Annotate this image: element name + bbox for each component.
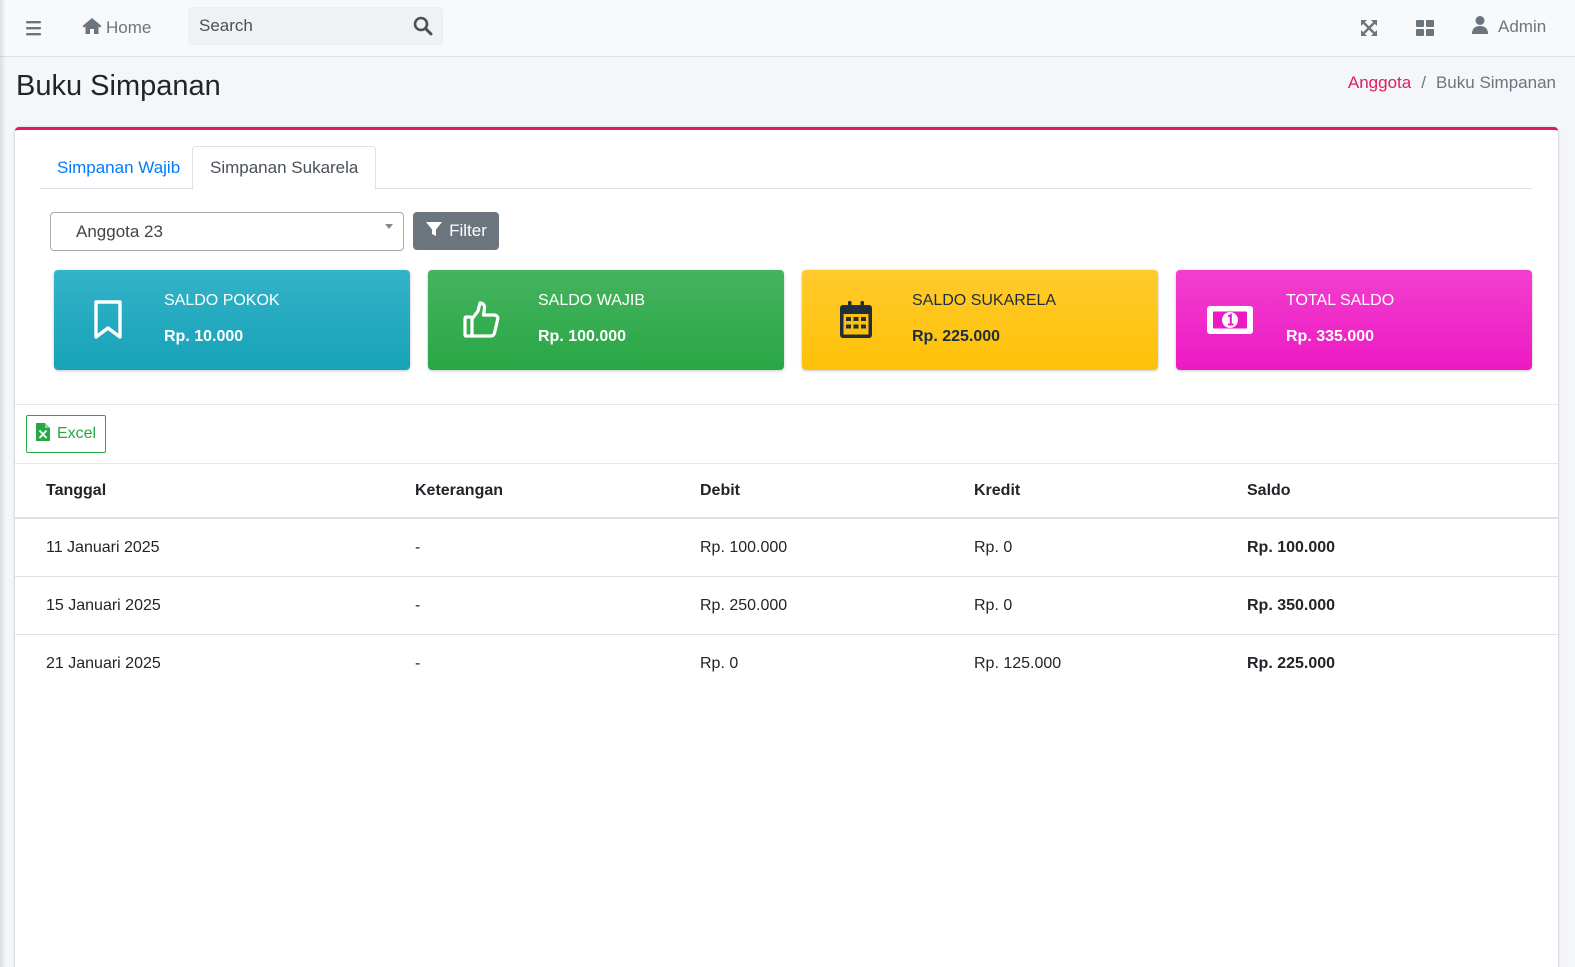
- filter-icon: [425, 220, 443, 243]
- home-link[interactable]: Home: [81, 14, 151, 42]
- member-select[interactable]: Anggota 23: [50, 212, 404, 251]
- user-icon: [1471, 15, 1489, 40]
- cell-keterangan: -: [415, 655, 421, 672]
- breadcrumb-separator: /: [1421, 73, 1426, 92]
- user-name: Admin: [1498, 17, 1547, 36]
- chevron-down-icon: [385, 224, 393, 229]
- money-bill-icon: [1200, 296, 1260, 344]
- savings-tabs: Simpanan Wajib Simpanan Sukarela: [40, 146, 1532, 190]
- member-select-value: Anggota 23: [76, 222, 163, 241]
- cell-keterangan: -: [415, 596, 421, 614]
- cell-tanggal: 21 Januari 2025: [46, 655, 161, 672]
- section-divider: [15, 404, 1558, 405]
- navbar-search: [188, 7, 443, 45]
- cell-kredit: Rp. 0: [974, 596, 1013, 614]
- table-row: 21 Januari 2025 - Rp. 0 Rp. 125.000 Rp. …: [15, 635, 1558, 693]
- cell-keterangan: -: [415, 538, 421, 556]
- cell-debit: Rp. 0: [700, 655, 739, 672]
- thumbs-up-icon: [452, 296, 512, 344]
- top-navbar: Home Search Admin: [0, 0, 1575, 57]
- sidebar-edge-shadow: [0, 0, 6, 967]
- breadcrumb: Anggota / Buku Simpanan: [1348, 73, 1556, 93]
- info-box-label: SALDO SUKARELA: [912, 292, 1057, 309]
- info-box-value: Rp. 225.000: [912, 328, 1001, 345]
- savings-card: Simpanan Wajib Simpanan Sukarela Anggota…: [15, 127, 1558, 967]
- cell-kredit: Rp. 0: [974, 538, 1013, 556]
- fullscreen-icon[interactable]: [1357, 16, 1381, 40]
- transactions-table: Tanggal Keterangan Debit Kredit Saldo 11…: [15, 464, 1558, 693]
- cell-saldo: Rp. 350.000: [1247, 596, 1336, 614]
- breadcrumb-anggota-link[interactable]: Anggota: [1348, 73, 1411, 93]
- info-box-total-saldo: TOTAL SALDO Rp. 335.000: [1176, 270, 1532, 370]
- tab-simpanan-wajib[interactable]: Simpanan Wajib: [40, 146, 197, 190]
- info-box-saldo-sukarela: SALDO SUKARELA Rp. 225.000: [802, 270, 1158, 370]
- info-box-label: TOTAL SALDO: [1286, 292, 1395, 309]
- home-label: Home: [106, 18, 152, 37]
- filter-label: Filter: [449, 221, 487, 240]
- file-excel-icon: [35, 422, 50, 446]
- info-box-saldo-wajib: SALDO WAJIB Rp. 100.000: [428, 270, 784, 370]
- table-row: 15 Januari 2025 - Rp. 250.000 Rp. 0 Rp. …: [15, 577, 1558, 635]
- search-input[interactable]: [189, 8, 404, 44]
- home-icon: [81, 16, 103, 41]
- cell-debit: Rp. 100.000: [700, 538, 788, 556]
- cell-debit: Rp. 250.000: [700, 596, 788, 614]
- header-kredit[interactable]: Kredit: [974, 464, 1020, 517]
- apps-grid-icon[interactable]: [1413, 16, 1437, 40]
- cell-saldo: Rp. 100.000: [1247, 538, 1336, 556]
- header-keterangan[interactable]: Keterangan: [415, 464, 503, 517]
- info-box-label: SALDO POKOK: [164, 292, 280, 309]
- cell-kredit: Rp. 125.000: [974, 655, 1062, 672]
- user-menu[interactable]: Admin: [1471, 14, 1546, 40]
- tab-simpanan-sukarela[interactable]: Simpanan Sukarela: [192, 146, 377, 190]
- header-debit[interactable]: Debit: [700, 464, 740, 517]
- menu-toggle-icon[interactable]: [24, 17, 44, 39]
- calendar-icon: [826, 296, 886, 344]
- info-box-value: Rp. 335.000: [1286, 328, 1375, 345]
- table-header: Tanggal Keterangan Debit Kredit Saldo: [15, 464, 1558, 519]
- info-box-label: SALDO WAJIB: [538, 292, 645, 309]
- excel-label: Excel: [56, 425, 97, 442]
- info-box-value: Rp. 100.000: [538, 328, 627, 345]
- info-box-value: Rp. 10.000: [164, 328, 244, 345]
- page-title: Buku Simpanan: [16, 70, 221, 102]
- table-row: 11 Januari 2025 - Rp. 100.000 Rp. 0 Rp. …: [15, 519, 1558, 577]
- search-icon[interactable]: [410, 14, 436, 38]
- cell-tanggal: 11 Januari 2025: [46, 538, 160, 556]
- info-box-saldo-pokok: SALDO POKOK Rp. 10.000: [54, 270, 410, 370]
- header-saldo[interactable]: Saldo: [1247, 464, 1291, 517]
- filter-button[interactable]: Filter: [413, 212, 499, 250]
- excel-export-button[interactable]: Excel: [26, 415, 106, 453]
- cell-tanggal: 15 Januari 2025: [46, 596, 161, 614]
- header-tanggal[interactable]: Tanggal: [46, 464, 106, 517]
- cell-saldo: Rp. 225.000: [1247, 655, 1336, 672]
- breadcrumb-current: Buku Simpanan: [1435, 73, 1556, 92]
- bookmark-icon: [78, 296, 138, 344]
